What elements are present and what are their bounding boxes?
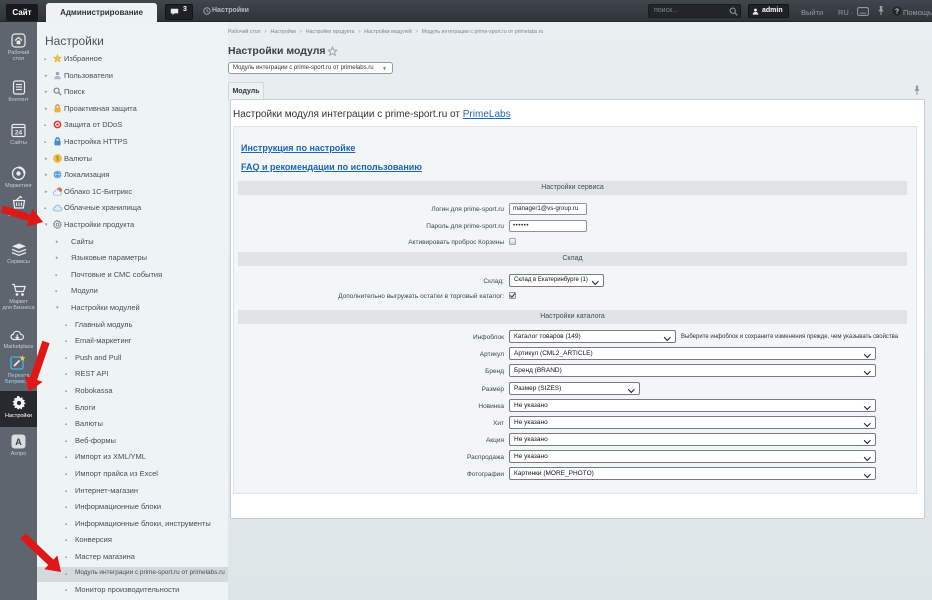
svg-text:?: ? <box>895 9 899 16</box>
svg-text:A: A <box>15 437 22 447</box>
svg-text:24: 24 <box>15 130 23 137</box>
